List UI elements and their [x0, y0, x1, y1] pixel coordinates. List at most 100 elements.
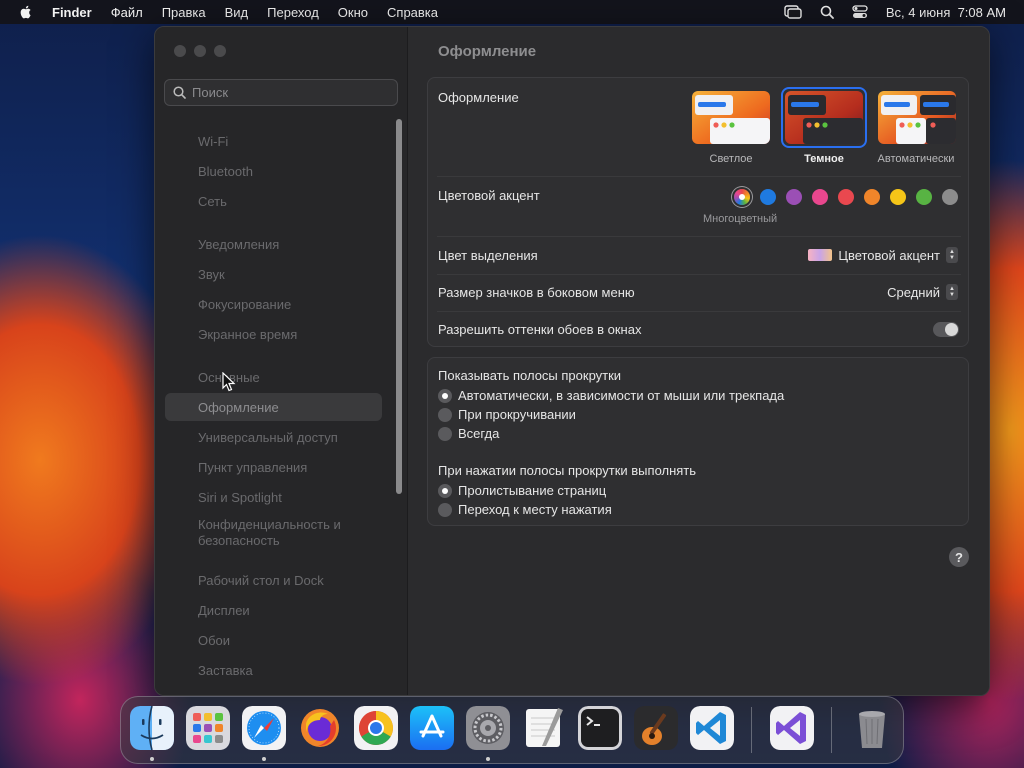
menu-app-name[interactable]: Finder	[52, 5, 92, 20]
scrollbars-when-scrolling-option[interactable]: При прокручивании	[438, 407, 576, 422]
sidebar-item-bluetooth[interactable]: Bluetooth	[165, 157, 382, 185]
close-window-button[interactable]	[174, 45, 186, 57]
menu-edit[interactable]: Правка	[162, 5, 206, 20]
page-title: Оформление	[438, 43, 537, 60]
apple-icon[interactable]	[18, 4, 34, 20]
safari-icon[interactable]	[242, 706, 286, 750]
highlight-color-popup[interactable]: Цветовой акцент ▲ ▼	[808, 247, 958, 263]
highlight-color-preview	[808, 249, 833, 261]
theme-dark-thumbnail[interactable]	[785, 91, 863, 144]
sidebar-item-screen-time[interactable]: Экранное время	[165, 320, 382, 348]
terminal-icon[interactable]	[578, 706, 622, 750]
control-center-icon[interactable]	[852, 5, 868, 19]
accent-blue-swatch[interactable]	[760, 189, 776, 205]
sidebar-item-focus[interactable]: Фокусирование	[165, 290, 382, 318]
sidebar-item-desktop-dock[interactable]: Рабочий стол и Dock	[165, 566, 382, 594]
updown-chevron-icon: ▲ ▼	[946, 247, 958, 263]
wallpaper-tint-toggle[interactable]	[933, 322, 959, 337]
search-input[interactable]	[192, 85, 382, 100]
trash-icon[interactable]	[850, 706, 894, 750]
help-button[interactable]: ?	[949, 547, 969, 567]
radio-button[interactable]	[438, 426, 452, 441]
highlight-color-value: Цветовой акцент	[838, 247, 940, 263]
accent-graphite-swatch[interactable]	[942, 189, 958, 205]
menu-view[interactable]: Вид	[225, 5, 249, 20]
radio-button[interactable]	[438, 407, 452, 422]
visual-studio-icon[interactable]	[770, 706, 814, 750]
theme-auto-caption[interactable]: Автоматически	[871, 153, 961, 165]
scrollbar-settings-group: Показывать полосы прокрутки Автоматическ…	[427, 357, 969, 526]
sidebar-item-displays[interactable]: Дисплеи	[165, 596, 382, 624]
menu-help[interactable]: Справка	[387, 5, 438, 20]
accent-multicolor-swatch[interactable]	[734, 189, 750, 205]
sidebar-item-general[interactable]: Основные	[165, 363, 382, 391]
finder-icon[interactable]	[130, 706, 174, 750]
sidebar-item-control-center[interactable]: Пункт управления	[165, 453, 382, 481]
accent-red-swatch[interactable]	[838, 189, 854, 205]
sidebar-item-notifications[interactable]: Уведомления	[165, 230, 382, 258]
sidebar-item-sound[interactable]: Звук	[165, 260, 382, 288]
app-store-icon[interactable]	[410, 706, 454, 750]
radio-button-selected[interactable]	[438, 388, 452, 403]
firefox-icon[interactable]	[298, 706, 342, 750]
accent-purple-swatch[interactable]	[786, 189, 802, 205]
system-settings-icon[interactable]	[466, 706, 510, 750]
spotlight-search-icon[interactable]	[820, 5, 834, 19]
click-next-page-option[interactable]: Пролистывание страниц	[438, 483, 606, 498]
click-scrollbar-label: При нажатии полосы прокрутки выполнять	[438, 463, 697, 478]
appearance-settings-group: Оформление Светлое Темное Автоматически …	[427, 77, 969, 347]
divider	[437, 236, 961, 237]
chrome-icon[interactable]	[354, 706, 398, 750]
theme-dark-caption[interactable]: Темное	[779, 153, 869, 165]
menu-file[interactable]: Файл	[111, 5, 143, 20]
option-label: Пролистывание страниц	[458, 483, 607, 498]
divider	[437, 176, 961, 177]
menubar-clock[interactable]: Вс, 4 июня 7:08 AM	[886, 5, 1006, 20]
appearance-label: Оформление	[438, 90, 519, 105]
accent-color-label: Цветовой акцент	[438, 188, 540, 203]
accent-green-swatch[interactable]	[916, 189, 932, 205]
textedit-icon[interactable]	[522, 706, 566, 750]
sidebar-item-screen-saver[interactable]: Заставка	[165, 656, 382, 684]
sidebar-item-privacy-security[interactable]: Конфиденциальность и безопасность	[165, 513, 365, 553]
divider	[437, 274, 961, 275]
garageband-icon[interactable]	[634, 706, 678, 750]
sidebar-item-siri-spotlight[interactable]: Siri и Spotlight	[165, 483, 382, 511]
search-field[interactable]	[164, 79, 398, 106]
theme-light-caption[interactable]: Светлое	[686, 153, 776, 165]
vscode-icon[interactable]	[690, 706, 734, 750]
sidebar-scrollbar[interactable]	[396, 119, 402, 494]
radio-button-selected[interactable]	[438, 483, 452, 498]
click-jump-to-spot-option[interactable]: Переход к месту нажатия	[438, 502, 612, 517]
sidebar-item-wallpaper[interactable]: Обои	[165, 626, 382, 654]
sidebar-item-appearance[interactable]: Оформление	[165, 393, 382, 421]
dock	[120, 696, 904, 764]
option-label: Автоматически, в зависимости от мыши или…	[458, 388, 785, 403]
accent-yellow-swatch[interactable]	[890, 189, 906, 205]
sidebar-icon-size-popup[interactable]: Средний ▲ ▼	[887, 284, 958, 300]
sidebar-icon-size-value: Средний	[887, 284, 940, 300]
sidebar-item-accessibility[interactable]: Универсальный доступ	[165, 423, 382, 451]
theme-auto-thumbnail[interactable]	[878, 91, 956, 144]
scrollbars-always-option[interactable]: Всегда	[438, 426, 499, 441]
screen-mirroring-icon[interactable]	[784, 5, 802, 19]
theme-light-thumbnail[interactable]	[692, 91, 770, 144]
menu-go[interactable]: Переход	[267, 5, 319, 20]
sidebar-item-network[interactable]: Сеть	[165, 187, 382, 215]
minimize-window-button[interactable]	[194, 45, 206, 57]
wallpaper-tint-label: Разрешить оттенки обоев в окнах	[438, 322, 642, 337]
accent-orange-swatch[interactable]	[864, 189, 880, 205]
accent-pink-swatch[interactable]	[812, 189, 828, 205]
toggle-knob	[945, 323, 958, 336]
zoom-window-button[interactable]	[214, 45, 226, 57]
swatch-selected-dot	[739, 194, 745, 200]
option-label: При прокручивании	[458, 407, 576, 422]
scrollbars-auto-option[interactable]: Автоматически, в зависимости от мыши или…	[438, 388, 784, 403]
sidebar: Wi-Fi Bluetooth Сеть Уведомления Звук Фо…	[155, 27, 408, 695]
launchpad-icon[interactable]	[186, 706, 230, 750]
radio-button[interactable]	[438, 502, 452, 517]
option-label: Всегда	[458, 426, 500, 441]
sidebar-item-wifi[interactable]: Wi-Fi	[165, 127, 382, 155]
menu-window[interactable]: Окно	[338, 5, 368, 20]
running-indicator	[486, 757, 490, 761]
